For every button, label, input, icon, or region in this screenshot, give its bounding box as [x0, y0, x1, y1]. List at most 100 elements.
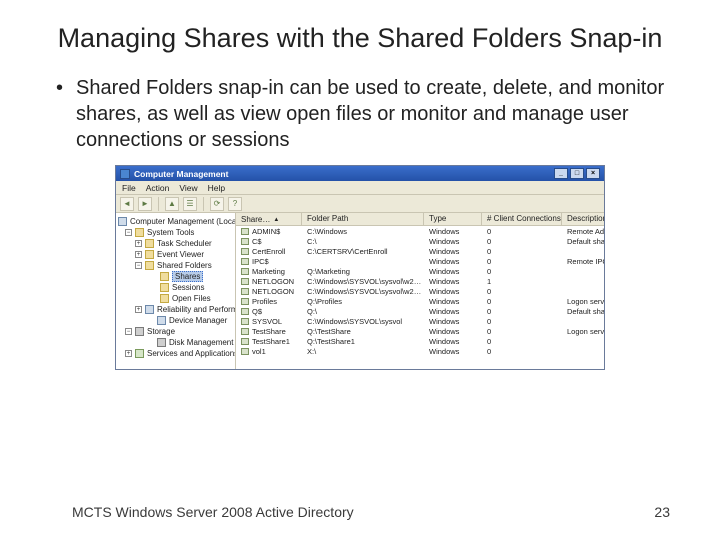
storage-icon — [135, 327, 144, 336]
bullet-dot — [56, 76, 76, 153]
cell-folder-path: Q:\Profiles — [302, 296, 424, 306]
refresh-button[interactable]: ⟳ — [210, 197, 224, 211]
table-row[interactable]: MarketingQ:\MarketingWindows0 — [236, 266, 604, 276]
share-icon — [241, 228, 249, 235]
minimize-button[interactable]: _ — [554, 168, 568, 179]
cell-type: Windows — [424, 236, 482, 246]
col-description[interactable]: Description — [562, 213, 604, 225]
menu-file[interactable]: File — [122, 183, 136, 193]
cell-type: Windows — [424, 286, 482, 296]
cell-conn: 0 — [482, 226, 562, 236]
tree-pane[interactable]: Computer Management (Local) − System Tool… — [116, 213, 236, 369]
cell-share-name: Profiles — [252, 297, 277, 306]
collapse-icon[interactable]: − — [125, 229, 132, 236]
forward-button[interactable]: ► — [138, 197, 152, 211]
tree-shared-folders[interactable]: Shared Folders — [157, 261, 212, 270]
table-row[interactable]: TestShare1Q:\TestShare1Windows0 — [236, 336, 604, 346]
close-button[interactable]: × — [586, 168, 600, 179]
up-button[interactable]: ▲ — [165, 197, 179, 211]
menu-view[interactable]: View — [179, 183, 197, 193]
table-row[interactable]: CertEnrollC:\CERTSRV\CertEnrollWindows0 — [236, 246, 604, 256]
menu-help[interactable]: Help — [208, 183, 225, 193]
cell-desc: Default share — [562, 236, 604, 246]
share-icon — [241, 288, 249, 295]
titlebar[interactable]: Computer Management _ □ × — [116, 166, 604, 181]
cell-type: Windows — [424, 256, 482, 266]
table-row[interactable]: IPC$Windows0Remote IPC — [236, 256, 604, 266]
column-headers: Share…▲ Folder Path Type # Client Connec… — [236, 213, 604, 226]
cell-folder-path: C:\Windows\SYSVOL\sysvol — [302, 316, 424, 326]
collapse-icon[interactable]: − — [125, 328, 132, 335]
expand-icon[interactable]: + — [135, 306, 142, 313]
services-icon — [135, 349, 144, 358]
table-row[interactable]: ProfilesQ:\ProfilesWindows0Logon server … — [236, 296, 604, 306]
computer-icon — [118, 217, 127, 226]
maximize-button[interactable]: □ — [570, 168, 584, 179]
tree-device-mgr[interactable]: Device Manager — [169, 316, 227, 325]
cell-conn: 0 — [482, 346, 562, 356]
cell-folder-path: X:\ — [302, 346, 424, 356]
toolbar: ◄ ► ▲ ☰ ⟳ ? — [116, 195, 604, 213]
folder-icon — [135, 228, 144, 237]
share-icon — [241, 338, 249, 345]
expand-icon[interactable]: + — [125, 350, 132, 357]
cell-share-name: vol1 — [252, 347, 266, 356]
cell-conn: 0 — [482, 246, 562, 256]
cell-type: Windows — [424, 326, 482, 336]
cell-share-name: NETLOGON — [252, 277, 294, 286]
tree-root[interactable]: Computer Management (Local) — [130, 217, 236, 226]
table-row[interactable]: C$C:\Windows0Default share — [236, 236, 604, 246]
tree-open-files[interactable]: Open Files — [172, 294, 211, 303]
cell-folder-path: Q:\TestShare — [302, 326, 424, 336]
col-type[interactable]: Type — [424, 213, 482, 225]
cell-share-name: TestShare — [252, 327, 286, 336]
back-button[interactable]: ◄ — [120, 197, 134, 211]
cell-desc — [562, 286, 604, 296]
cell-type: Windows — [424, 266, 482, 276]
cell-share-name: C$ — [252, 237, 262, 246]
col-share-name[interactable]: Share…▲ — [236, 213, 302, 225]
share-icon — [241, 268, 249, 275]
folder-icon — [145, 261, 154, 270]
tree-storage[interactable]: Storage — [147, 327, 175, 336]
monitor-icon — [145, 305, 154, 314]
collapse-icon[interactable]: − — [135, 262, 142, 269]
cell-share-name: Marketing — [252, 267, 285, 276]
table-row[interactable]: ADMIN$C:\WindowsWindows0Remote Admin — [236, 226, 604, 236]
share-icon — [241, 238, 249, 245]
cell-desc — [562, 316, 604, 326]
views-button[interactable]: ☰ — [183, 197, 197, 211]
tree-sessions[interactable]: Sessions — [172, 283, 204, 292]
tree-services-apps[interactable]: Services and Applications — [147, 349, 236, 358]
tree-system-tools[interactable]: System Tools — [147, 228, 194, 237]
cell-folder-path: C:\Windows — [302, 226, 424, 236]
table-row[interactable]: SYSVOLC:\Windows\SYSVOL\sysvolWindows0 — [236, 316, 604, 326]
help-button[interactable]: ? — [228, 197, 242, 211]
page-title: Managing Shares with the Shared Folders … — [48, 22, 672, 54]
table-row[interactable]: NETLOGONC:\Windows\SYSVOL\sysvol\w2…Wind… — [236, 286, 604, 296]
cell-desc — [562, 246, 604, 256]
menu-action[interactable]: Action — [146, 183, 170, 193]
expand-icon[interactable]: + — [135, 251, 142, 258]
footer-text: MCTS Windows Server 2008 Active Director… — [72, 504, 354, 520]
table-row[interactable]: TestShareQ:\TestShareWindows0Logon serve… — [236, 326, 604, 336]
tree-shares[interactable]: Shares — [172, 271, 203, 282]
table-row[interactable]: vol1X:\Windows0 — [236, 346, 604, 356]
table-row[interactable]: NETLOGONC:\Windows\SYSVOL\sysvol\w2…Wind… — [236, 276, 604, 286]
list-pane[interactable]: Share…▲ Folder Path Type # Client Connec… — [236, 213, 604, 369]
tree-task-scheduler[interactable]: Task Scheduler — [157, 239, 212, 248]
tree-reliability[interactable]: Reliability and Performanc — [157, 305, 236, 314]
cell-folder-path: Q:\ — [302, 306, 424, 316]
tree-disk-mgmt[interactable]: Disk Management — [169, 338, 233, 347]
tree-event-viewer[interactable]: Event Viewer — [157, 250, 204, 259]
col-client-conn[interactable]: # Client Connections — [482, 213, 562, 225]
cell-desc — [562, 346, 604, 356]
cell-type: Windows — [424, 226, 482, 236]
col-folder-path[interactable]: Folder Path — [302, 213, 424, 225]
cell-type: Windows — [424, 306, 482, 316]
mmc-window: Computer Management _ □ × File Action Vi… — [115, 165, 605, 370]
list-body: ADMIN$C:\WindowsWindows0Remote AdminC$C:… — [236, 226, 604, 356]
table-row[interactable]: Q$Q:\Windows0Default share — [236, 306, 604, 316]
expand-icon[interactable]: + — [135, 240, 142, 247]
bullet-item: Shared Folders snap-in can be used to cr… — [48, 76, 672, 153]
